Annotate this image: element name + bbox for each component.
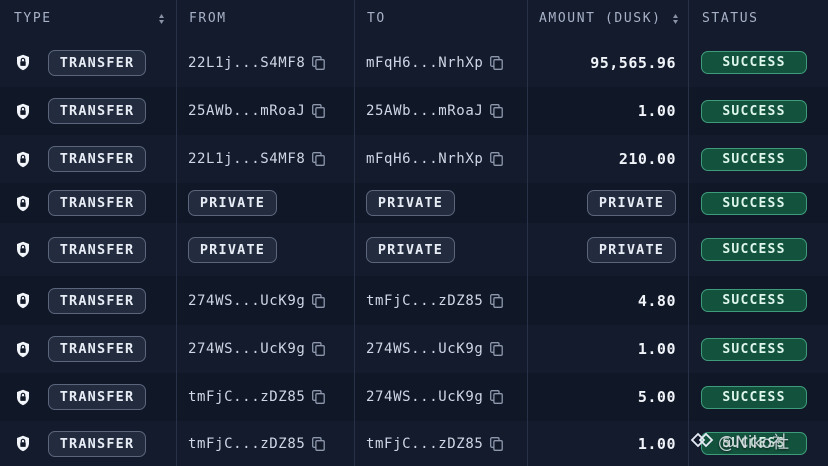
copy-icon[interactable] <box>312 104 326 118</box>
watermark: @Niko社 <box>690 427 789 453</box>
column-divider <box>176 0 177 466</box>
column-divider <box>688 0 689 466</box>
table-row[interactable]: TRANSFER 22L1j...S4MF8 mFqH6...NrhXp 95,565… <box>0 38 828 88</box>
transactions-table: TYPE FROM TO AMOUNT (DUSK) STATUS TRANSF… <box>0 0 828 466</box>
table-row[interactable]: TRANSFER 22L1j...S4MF8 mFqH6...NrhXp 210.00… <box>0 135 828 184</box>
amount-value: 1.00 <box>637 340 676 358</box>
amount-value: 5.00 <box>637 388 676 406</box>
table-header: TYPE FROM TO AMOUNT (DUSK) STATUS <box>0 0 828 39</box>
copy-icon[interactable] <box>490 293 504 308</box>
type-badge[interactable]: TRANSFER <box>48 146 146 172</box>
to-address[interactable]: tmFjC...zDZ85 <box>366 436 483 452</box>
sort-icon[interactable] <box>672 12 679 26</box>
amount-value: 1.00 <box>637 102 676 120</box>
status-badge: SUCCESS <box>701 147 807 171</box>
shield-lock-icon <box>17 341 29 357</box>
copy-icon[interactable] <box>490 55 504 70</box>
from-address[interactable]: 274WS...UcK9g <box>188 293 305 309</box>
status-badge: SUCCESS <box>701 385 807 409</box>
table-row[interactable]: TRANSFER PRIVATE PRIVATE PRIVATE SUCCESS <box>0 183 828 224</box>
amount-private-badge: PRIVATE <box>587 190 676 216</box>
from-address[interactable]: 22L1j...S4MF8 <box>188 55 305 71</box>
to-private-badge: PRIVATE <box>366 236 455 263</box>
from-address[interactable]: tmFjC...zDZ85 <box>188 389 305 405</box>
table-row[interactable]: TRANSFER 274WS...UcK9g tmFjC...zDZ85 4.80 SU… <box>0 276 828 326</box>
column-header-status[interactable]: STATUS <box>702 0 759 38</box>
table-row[interactable]: TRANSFER 274WS...UcK9g 274WS...UcK9g 1.00 SU… <box>0 325 828 374</box>
from-address[interactable]: 274WS...UcK9g <box>188 341 305 357</box>
from-address[interactable]: 25AWb...mRoaJ <box>188 103 305 119</box>
shield-lock-icon <box>17 195 29 211</box>
shield-lock-icon <box>17 435 29 452</box>
amount-value: 1.00 <box>637 434 676 453</box>
amount-value: 95,565.96 <box>590 53 676 72</box>
amount-value: 210.00 <box>618 150 676 168</box>
from-private-badge: PRIVATE <box>188 236 277 263</box>
column-divider <box>527 0 528 466</box>
shield-lock-icon <box>17 292 29 309</box>
status-badge: SUCCESS <box>701 289 807 312</box>
column-header-to[interactable]: TO <box>367 0 386 38</box>
copy-icon[interactable] <box>490 152 504 166</box>
from-address[interactable]: tmFjC...zDZ85 <box>188 436 305 452</box>
amount-value: 4.80 <box>637 291 676 310</box>
type-badge[interactable]: TRANSFER <box>48 287 146 314</box>
type-badge[interactable]: TRANSFER <box>48 49 146 76</box>
status-badge: SUCCESS <box>701 191 807 215</box>
copy-icon[interactable] <box>312 152 326 166</box>
to-address[interactable]: 25AWb...mRoaJ <box>366 103 483 119</box>
type-badge[interactable]: TRANSFER <box>48 98 146 124</box>
type-badge[interactable]: TRANSFER <box>48 430 146 457</box>
column-header-from[interactable]: FROM <box>189 0 227 38</box>
copy-icon[interactable] <box>312 342 326 356</box>
type-badge[interactable]: TRANSFER <box>48 236 146 263</box>
table-row[interactable]: TRANSFER 25AWb...mRoaJ 25AWb...mRoaJ 1.00 SU… <box>0 87 828 136</box>
copy-icon[interactable] <box>312 436 326 451</box>
amount-private-badge: PRIVATE <box>587 236 676 263</box>
shield-lock-icon <box>17 103 29 119</box>
to-address[interactable]: mFqH6...NrhXp <box>366 55 483 71</box>
from-address[interactable]: 22L1j...S4MF8 <box>188 151 305 167</box>
to-address[interactable]: mFqH6...NrhXp <box>366 151 483 167</box>
to-address[interactable]: 274WS...UcK9g <box>366 389 483 405</box>
table-row[interactable]: TRANSFER tmFjC...zDZ85 274WS...UcK9g 5.00 SU… <box>0 373 828 422</box>
copy-icon[interactable] <box>490 436 504 451</box>
status-badge: SUCCESS <box>701 51 807 74</box>
type-badge[interactable]: TRANSFER <box>48 384 146 410</box>
sort-icon[interactable] <box>158 12 165 26</box>
copy-icon[interactable] <box>312 390 326 404</box>
niko-logo-icon <box>690 432 714 448</box>
column-header-type[interactable]: TYPE <box>14 0 52 38</box>
from-private-badge: PRIVATE <box>188 190 277 216</box>
copy-icon[interactable] <box>312 55 326 70</box>
copy-icon[interactable] <box>312 293 326 308</box>
status-badge: SUCCESS <box>701 337 807 361</box>
status-badge: SUCCESS <box>701 99 807 123</box>
shield-lock-icon <box>17 389 29 405</box>
copy-icon[interactable] <box>490 390 504 404</box>
to-address[interactable]: 274WS...UcK9g <box>366 341 483 357</box>
type-badge[interactable]: TRANSFER <box>48 336 146 362</box>
shield-lock-icon <box>17 54 29 71</box>
copy-icon[interactable] <box>490 342 504 356</box>
table-row[interactable]: TRANSFER PRIVATE PRIVATE PRIVATE SUCCESS <box>0 223 828 277</box>
shield-lock-icon <box>17 241 29 258</box>
to-private-badge: PRIVATE <box>366 190 455 216</box>
column-header-amount[interactable]: AMOUNT (DUSK) <box>539 0 662 38</box>
column-divider <box>354 0 355 466</box>
copy-icon[interactable] <box>490 104 504 118</box>
watermark-text: @Niko社 <box>718 432 790 453</box>
status-badge: SUCCESS <box>701 238 807 261</box>
type-badge[interactable]: TRANSFER <box>48 190 146 216</box>
to-address[interactable]: tmFjC...zDZ85 <box>366 293 483 309</box>
shield-lock-icon <box>17 151 29 167</box>
